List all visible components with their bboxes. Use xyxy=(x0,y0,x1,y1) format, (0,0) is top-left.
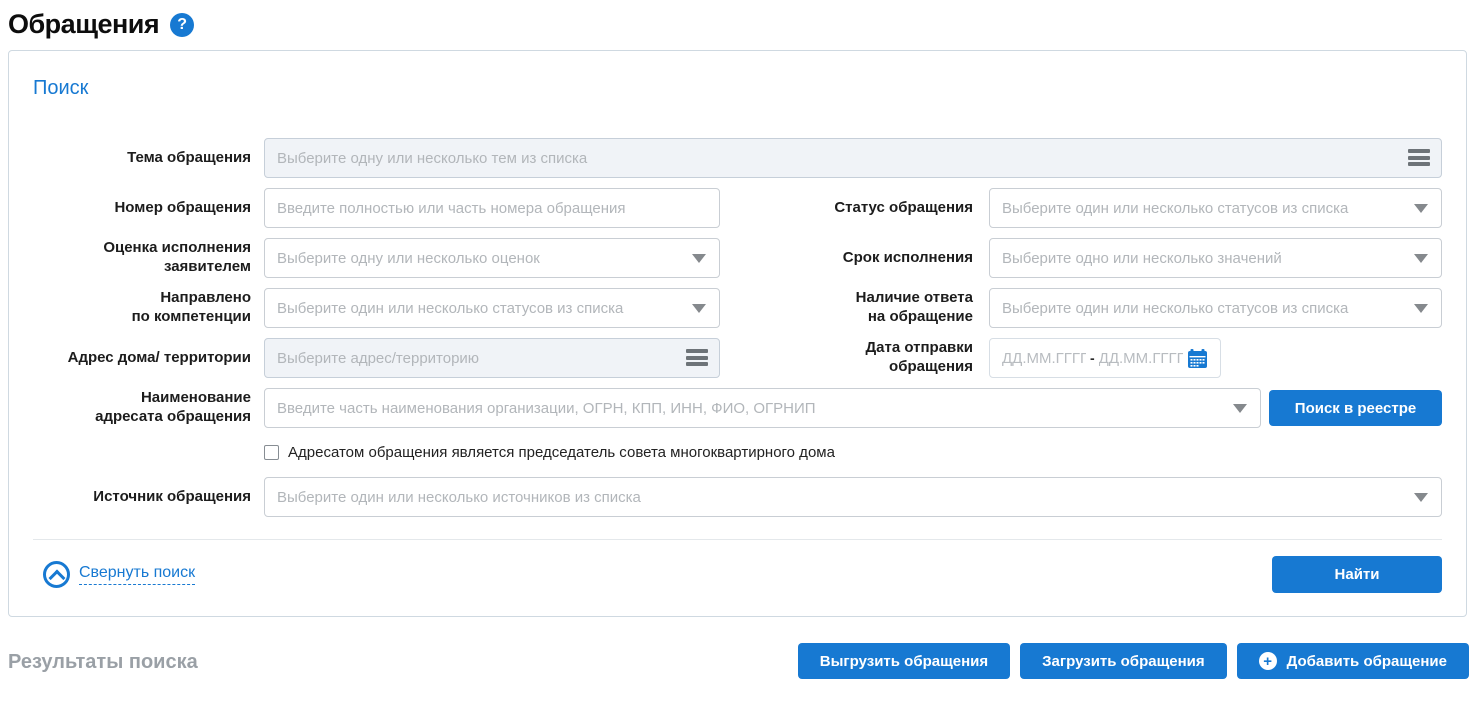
napravleno-label: Направлено по компетенции xyxy=(33,289,251,327)
actions-group: Выгрузить обращения Загрузить обращения … xyxy=(798,643,1469,679)
istochnik-select[interactable] xyxy=(264,477,1442,517)
ocenka-select[interactable] xyxy=(264,238,720,278)
ocenka-field xyxy=(264,238,720,278)
srok-label: Срок исполнения xyxy=(720,249,973,268)
srok-select[interactable] xyxy=(989,238,1442,278)
nomer-input[interactable] xyxy=(264,188,720,228)
plus-icon: + xyxy=(1259,652,1277,670)
date-to-input[interactable] xyxy=(1099,350,1183,367)
list-picker-icon[interactable] xyxy=(1408,149,1430,166)
row-istochnik: Источник обращения xyxy=(33,477,1442,517)
row-nomer-status: Номер обращения Статус обращения xyxy=(33,188,1442,228)
page-header: Обращения ? xyxy=(0,0,1477,50)
collapse-search-control[interactable]: Свернуть поиск xyxy=(43,561,195,588)
adresat-label: Наименование адресата обращения xyxy=(33,389,251,427)
registry-search-button[interactable]: Поиск в реестре xyxy=(1269,390,1442,426)
istochnik-field xyxy=(264,477,1442,517)
page-title: Обращения xyxy=(8,9,159,40)
export-appeals-button[interactable]: Выгрузить обращения xyxy=(798,643,1010,679)
row-adres-data: Адрес дома/ территории Дата отправки обр… xyxy=(33,338,1442,378)
napravleno-field xyxy=(264,288,720,328)
adres-field xyxy=(264,338,720,378)
napravleno-select[interactable] xyxy=(264,288,720,328)
tema-field xyxy=(264,138,1442,178)
predsedatel-checkbox-label[interactable]: Адресатом обращения является председател… xyxy=(288,444,835,461)
chevron-down-icon[interactable] xyxy=(692,304,706,313)
nalichie-field xyxy=(989,288,1442,328)
chevron-down-icon[interactable] xyxy=(1414,304,1428,313)
srok-field xyxy=(989,238,1442,278)
results-bar: Результаты поиска Выгрузить обращения За… xyxy=(8,643,1469,679)
chevron-down-icon[interactable] xyxy=(1414,493,1428,502)
chevron-down-icon[interactable] xyxy=(1233,404,1247,413)
add-appeal-button-label: Добавить обращение xyxy=(1287,653,1447,670)
add-appeal-button[interactable]: + Добавить обращение xyxy=(1237,643,1469,679)
chevron-down-icon[interactable] xyxy=(1414,204,1428,213)
istochnik-label: Источник обращения xyxy=(33,488,251,507)
row-ocenka-srok: Оценка исполнения заявителем Срок исполн… xyxy=(33,238,1442,278)
adresat-input[interactable] xyxy=(264,388,1261,428)
date-range-field: - xyxy=(989,338,1221,378)
tema-label: Тема обращения xyxy=(33,149,251,168)
status-label: Статус обращения xyxy=(720,199,973,218)
calendar-icon[interactable] xyxy=(1187,348,1208,369)
search-panel-footer: Свернуть поиск Найти xyxy=(33,539,1442,616)
row-napravleno-nalichie: Направлено по компетенции Наличие ответа… xyxy=(33,288,1442,328)
adres-input[interactable] xyxy=(264,338,720,378)
row-adresat: Наименование адресата обращения Поиск в … xyxy=(33,388,1442,428)
list-picker-icon[interactable] xyxy=(686,349,708,366)
date-from-input[interactable] xyxy=(1002,350,1086,367)
results-heading: Результаты поиска xyxy=(8,651,198,679)
search-panel: Поиск Тема обращения Номер обращения Ста… xyxy=(8,50,1467,617)
chevron-down-icon[interactable] xyxy=(1414,254,1428,263)
help-icon[interactable]: ? xyxy=(170,13,194,37)
chevron-down-icon[interactable] xyxy=(692,254,706,263)
adresat-field xyxy=(264,388,1261,428)
nalichie-select[interactable] xyxy=(989,288,1442,328)
nomer-label: Номер обращения xyxy=(33,199,251,218)
status-field xyxy=(989,188,1442,228)
status-select[interactable] xyxy=(989,188,1442,228)
date-range-separator: - xyxy=(1090,350,1095,366)
row-tema: Тема обращения xyxy=(33,138,1442,178)
collapse-search-link[interactable]: Свернуть поиск xyxy=(79,564,195,585)
find-button[interactable]: Найти xyxy=(1272,556,1442,593)
data-otpravki-label: Дата отправки обращения xyxy=(720,339,973,377)
predsedatel-checkbox-row: Адресатом обращения является председател… xyxy=(264,444,1442,461)
predsedatel-checkbox[interactable] xyxy=(264,445,279,460)
import-appeals-button[interactable]: Загрузить обращения xyxy=(1020,643,1226,679)
adres-label: Адрес дома/ территории xyxy=(33,349,251,368)
tema-input[interactable] xyxy=(264,138,1442,178)
search-section-heading: Поиск xyxy=(33,77,1442,100)
nomer-field xyxy=(264,188,720,228)
nalichie-label: Наличие ответа на обращение xyxy=(720,289,973,327)
chevron-up-circle-icon[interactable] xyxy=(43,561,70,588)
ocenka-label: Оценка исполнения заявителем xyxy=(33,239,251,277)
